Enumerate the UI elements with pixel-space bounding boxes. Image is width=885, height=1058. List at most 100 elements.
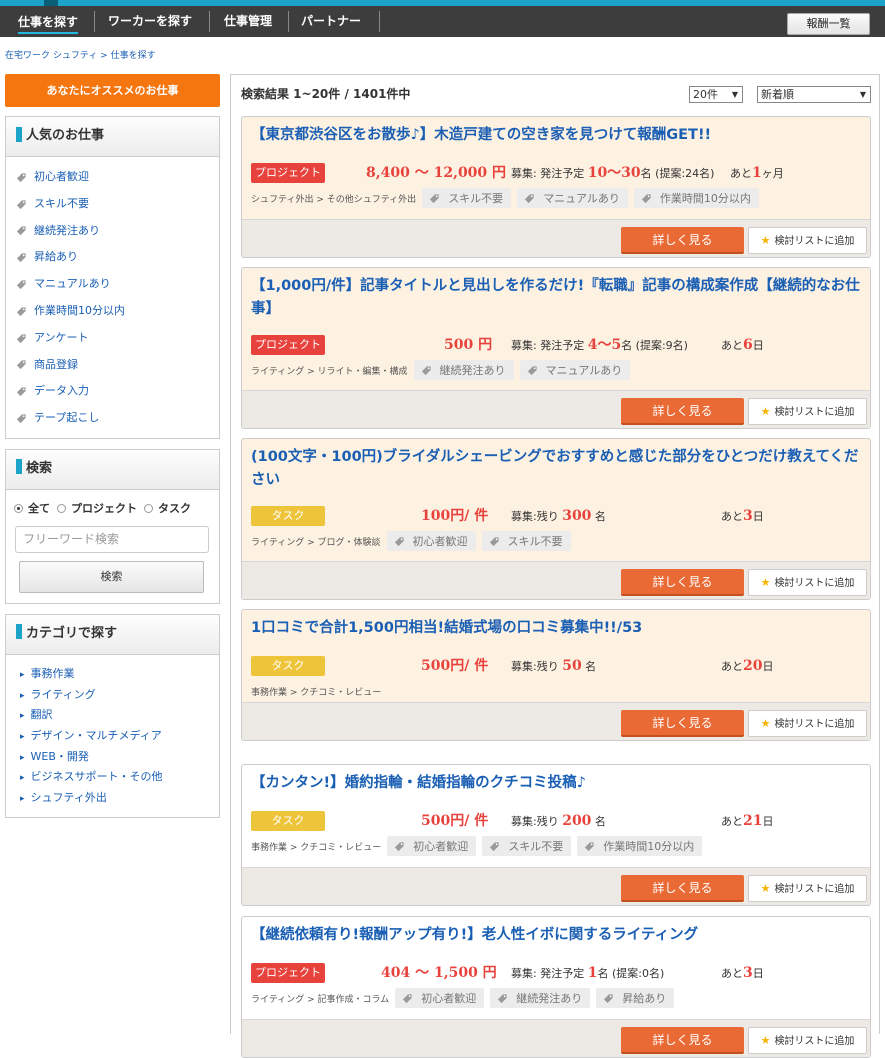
feature-tag[interactable]: スキル不要	[482, 836, 572, 856]
job-title[interactable]: 【東京都渋谷区をお散歩♪】木造戸建ての空き家を見つけて報酬GET!!	[251, 124, 861, 147]
feature-tag[interactable]: 継続発注あり	[490, 988, 591, 1008]
feature-tag[interactable]: 初心者歓迎	[395, 988, 485, 1008]
job-category[interactable]: ライティング > リライト・編集・構成	[251, 364, 408, 377]
feature-tag[interactable]: マニュアルあり	[519, 360, 631, 380]
breadcrumb[interactable]: 在宅ワーク シュフティ > 仕事を探す	[5, 48, 156, 61]
job-title[interactable]: 【1,000円/件】記事タイトルと見出しを作るだけ!『転職』記事の構成案作成【継…	[251, 275, 861, 321]
job-meta: 事務作業 > クチコミ・レビュー	[251, 680, 381, 702]
popular-tag-link[interactable]: 初心者歓迎	[16, 164, 219, 191]
star-icon: ★	[760, 576, 771, 589]
nav-find-workers[interactable]: ワーカーを探す	[108, 6, 192, 37]
feature-tag[interactable]: 作業時間10分以内	[577, 836, 703, 856]
feature-tag[interactable]: マニュアルあり	[517, 188, 628, 208]
popular-tag-link[interactable]: 昇給あり	[16, 244, 219, 271]
popular-tag-link[interactable]: 継続発注あり	[16, 218, 219, 245]
add-to-watchlist-label: 検討リストに追加	[774, 719, 855, 730]
job-category[interactable]: ライティング > ブログ・体験談	[251, 535, 381, 548]
feature-tag-label: 昇給あり	[622, 992, 667, 1005]
results-panel: 検索結果 1~20件 / 1401件中 20件 ▼ 新着順 ▼ 【東京都渋谷区をお散…	[230, 74, 880, 1058]
view-details-button[interactable]: 詳しく見る	[621, 875, 744, 902]
keyword-search-input[interactable]: フリーワード検索	[15, 525, 209, 553]
remain-prefix: あと	[721, 510, 743, 523]
popular-tag-link[interactable]: スキル不要	[16, 191, 219, 218]
job-title[interactable]: 1口コミで合計1,500円相当!結婚式場の口コミ募集中!!/53	[251, 617, 861, 640]
job-category[interactable]: 事務作業 > クチコミ・レビュー	[251, 840, 381, 853]
feature-tag[interactable]: 初心者歓迎	[387, 836, 477, 856]
search-button[interactable]: 検索	[19, 560, 204, 593]
add-to-watchlist-button[interactable]: ★ 検討リストに追加	[748, 569, 867, 596]
category-link[interactable]: WEB・開発	[20, 747, 219, 768]
category-link[interactable]: デザイン・マルチメディア	[20, 726, 219, 747]
nav-find-jobs[interactable]: 仕事を探す	[18, 8, 79, 34]
recruit-prefix: 募集: 発注予定	[511, 167, 588, 180]
nav-partner[interactable]: パートナー	[301, 6, 361, 37]
job-category[interactable]: ライティング > 記事作成・コラム	[251, 992, 389, 1005]
job-category[interactable]: 事務作業 > クチコミ・レビュー	[251, 685, 381, 698]
job-price: 8,400 ～ 12,000 円	[366, 165, 507, 181]
radio-task[interactable]	[144, 503, 153, 513]
feature-tag[interactable]: スキル不要	[422, 188, 512, 208]
tag-icon	[16, 280, 26, 290]
popular-tag-label: データ入力	[34, 384, 89, 398]
main-nav: 仕事を探す ワーカーを探す 仕事管理 パートナー 報酬一覧	[0, 6, 885, 37]
add-to-watchlist-label: 検討リストに追加	[774, 1036, 855, 1047]
job-remaining: あと3日	[721, 963, 764, 984]
add-to-watchlist-button[interactable]: ★ 検討リストに追加	[748, 875, 867, 902]
view-details-button[interactable]: 詳しく見る	[621, 569, 744, 596]
add-to-watchlist-button[interactable]: ★ 検討リストに追加	[748, 710, 867, 737]
feature-tag[interactable]: 昇給あり	[596, 988, 675, 1008]
reward-list-button[interactable]: 報酬一覧	[787, 13, 870, 35]
recommended-jobs-button[interactable]: あなたにオススメのお仕事	[5, 74, 220, 107]
add-to-watchlist-button[interactable]: ★ 検討リストに追加	[748, 227, 867, 254]
per-page-select[interactable]: 20件 ▼	[689, 86, 743, 103]
job-meta: ライティング > 記事作成・コラム 初心者歓迎 継続発注あり 昇給あり	[251, 987, 675, 1009]
job-title[interactable]: (100文字・100円)ブライダルシェービングでおすすめと感じた部分をひとつだけ…	[251, 446, 861, 492]
category-link[interactable]: ライティング	[20, 685, 219, 706]
job-category[interactable]: シュフティ外出 > その他シュフティ外出	[251, 192, 416, 205]
tag-icon	[585, 841, 594, 851]
job-remaining: あと6日	[721, 335, 764, 356]
view-details-button[interactable]: 詳しく見る	[621, 227, 744, 254]
view-details-button[interactable]: 詳しく見る	[621, 398, 744, 425]
radio-all[interactable]	[14, 503, 23, 513]
add-to-watchlist-button[interactable]: ★ 検討リストに追加	[748, 1027, 867, 1054]
job-title[interactable]: 【継続依頼有り!報酬アップ有り!】老人性イボに関するライティング	[251, 924, 861, 947]
sort-select[interactable]: 新着順 ▼	[757, 86, 871, 103]
feature-tag[interactable]: 継続発注あり	[413, 360, 514, 380]
radio-project[interactable]	[57, 503, 66, 513]
category-link[interactable]: 事務作業	[20, 664, 219, 685]
view-details-button[interactable]: 詳しく見る	[621, 710, 744, 737]
remain-value: 21	[743, 813, 763, 829]
category-link[interactable]: ビジネスサポート・その他	[20, 767, 219, 788]
popular-tag-link[interactable]: 商品登録	[16, 352, 219, 379]
view-details-button[interactable]: 詳しく見る	[621, 1027, 744, 1054]
remain-prefix: あと	[721, 815, 743, 828]
job-card: 【1,000円/件】記事タイトルと見出しを作るだけ!『転職』記事の構成案作成【継…	[241, 267, 871, 429]
job-card: 【継続依頼有り!報酬アップ有り!】老人性イボに関するライティング プロジェクト 40…	[241, 916, 871, 1058]
job-title[interactable]: 【カンタン!】婚約指輪・結婚指輪のクチコミ投稿♪	[251, 772, 861, 795]
feature-tag-label: 継続発注あり	[439, 364, 506, 377]
feature-tag[interactable]: スキル不要	[481, 531, 571, 551]
tag-icon	[641, 193, 651, 203]
feature-tag[interactable]: 初心者歓迎	[386, 531, 476, 551]
category-link[interactable]: シュフティ外出	[20, 788, 219, 809]
add-to-watchlist-label: 検討リストに追加	[774, 407, 855, 418]
remain-prefix: あと	[721, 660, 743, 673]
feature-tag-label: 初心者歓迎	[421, 992, 477, 1005]
job-meta: 事務作業 > クチコミ・レビュー 初心者歓迎 スキル不要 作業時間10分以内	[251, 835, 703, 857]
job-meta: シュフティ外出 > その他シュフティ外出 スキル不要 マニュアルあり 作業時間10分以…	[251, 187, 759, 209]
category-link[interactable]: 翻訳	[20, 705, 219, 726]
feature-tag-label: 作業時間10分以内	[659, 192, 751, 205]
feature-tag-label: スキル不要	[508, 840, 564, 853]
feature-tag[interactable]: 作業時間10分以内	[633, 188, 759, 208]
add-to-watchlist-button[interactable]: ★ 検討リストに追加	[748, 398, 867, 425]
popular-tag-link[interactable]: データ入力	[16, 378, 219, 405]
popular-tag-link[interactable]: 作業時間10分以内	[16, 298, 219, 325]
nav-job-management[interactable]: 仕事管理	[224, 6, 272, 37]
feature-tag-label: スキル不要	[448, 192, 504, 205]
popular-tag-link[interactable]: テープ起こし	[16, 405, 219, 432]
tag-icon	[490, 841, 499, 851]
popular-tag-link[interactable]: マニュアルあり	[16, 271, 219, 298]
popular-tag-link[interactable]: アンケート	[16, 325, 219, 352]
job-recruit: 募集: 発注予定 4～5名 (提案:9名)	[511, 335, 688, 356]
